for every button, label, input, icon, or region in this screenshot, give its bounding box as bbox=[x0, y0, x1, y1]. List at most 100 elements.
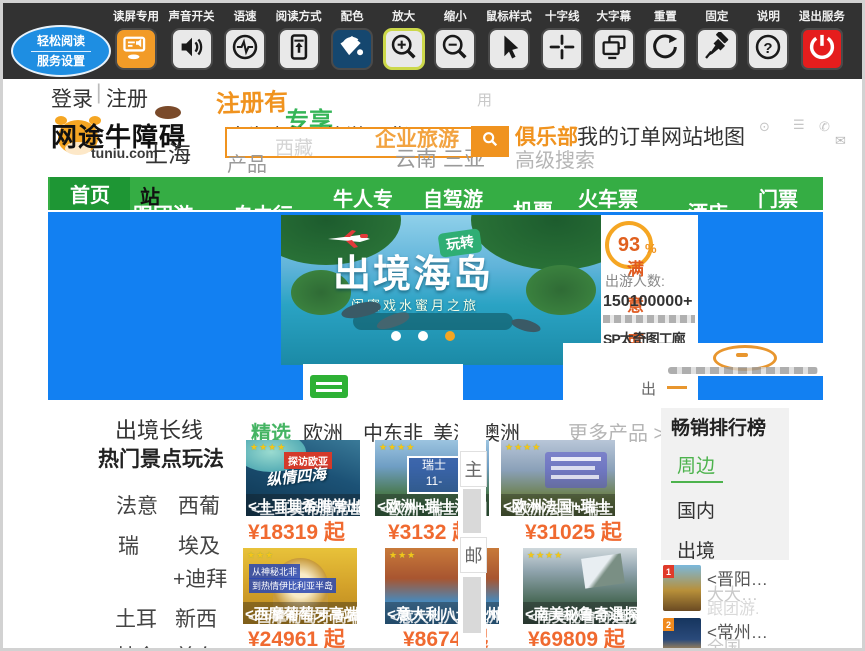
list-item-2-thumbnail[interactable]: 2 bbox=[663, 618, 701, 651]
list-icon[interactable]: ☰ bbox=[793, 117, 805, 133]
link-newzealand[interactable]: 新西 bbox=[175, 603, 217, 633]
register-link[interactable]: 注册 bbox=[106, 83, 148, 113]
carousel-dot-2[interactable] bbox=[418, 331, 428, 341]
toolbar-item-help: 说明 ? bbox=[747, 8, 789, 70]
overlay-scrollbar-1[interactable] bbox=[463, 489, 481, 533]
link-france-italy[interactable]: 法意 bbox=[116, 490, 158, 520]
zoom-in-button[interactable] bbox=[383, 28, 425, 70]
banner-carousel-image[interactable]: 玩转 出境海岛 闺蜜戏水蜜月之旅 bbox=[281, 215, 601, 365]
travelers-value: 150100000+ bbox=[603, 293, 692, 311]
exit-label[interactable]: 退出服务 bbox=[799, 8, 845, 24]
promo-register-text: 注册有 bbox=[215, 82, 288, 119]
link-egypt[interactable]: 埃及 bbox=[178, 530, 220, 560]
reading-mode-button[interactable] bbox=[278, 28, 320, 70]
pin-icon bbox=[702, 32, 732, 67]
subtitle-icon bbox=[599, 32, 629, 67]
service-settings-badge[interactable]: 轻松阅读 服务设置 bbox=[11, 25, 111, 77]
toolbar-item-color-scheme: 配色 bbox=[331, 8, 373, 70]
link-others[interactable]: 其余 bbox=[115, 641, 157, 651]
reset-label[interactable]: 重置 bbox=[654, 8, 677, 24]
toolbar-item-reset: 重置 bbox=[644, 8, 686, 70]
sidebar-tab-nearby[interactable]: 周边 bbox=[677, 451, 715, 478]
crosshair-button[interactable] bbox=[541, 28, 583, 70]
cursor-style-label[interactable]: 鼠标样式 bbox=[486, 8, 532, 24]
nav-train-ticket[interactable]: 火车票 bbox=[578, 183, 638, 212]
nav-home[interactable]: 首页 bbox=[50, 177, 130, 210]
exit-service-button[interactable] bbox=[801, 28, 843, 70]
card1-rating-stars: ★★★★ bbox=[250, 442, 286, 453]
sound-label[interactable]: 声音开关 bbox=[169, 8, 215, 24]
nav-my-orders[interactable]: 我的订单 bbox=[577, 121, 661, 151]
banner-white-gap: 出 bbox=[563, 376, 693, 400]
speech-rate-icon bbox=[230, 32, 260, 67]
list-item-1-ghost2: 跟团游. bbox=[707, 595, 759, 619]
toolbar-items: 读屏专用 声音开关 语速 阅读方式 bbox=[113, 8, 845, 70]
sidebar-tab-underline bbox=[671, 481, 723, 483]
nav-self-drive[interactable]: 自驾游 bbox=[423, 183, 483, 212]
login-divider: | bbox=[96, 81, 101, 105]
banner-logo-band bbox=[563, 343, 823, 376]
big-subtitle-button[interactable] bbox=[593, 28, 635, 70]
overlay-scrollbar-2[interactable] bbox=[463, 577, 481, 633]
color-scheme-label[interactable]: 配色 bbox=[341, 8, 364, 24]
sponsor-blurred-text bbox=[668, 367, 818, 374]
zoom-out-label[interactable]: 缩小 bbox=[444, 8, 467, 24]
city-selector[interactable]: 上海 bbox=[145, 135, 191, 169]
sidebar-tab-outbound[interactable]: 出境 bbox=[677, 536, 715, 563]
carousel-dot-active[interactable] bbox=[445, 331, 455, 341]
card6-title-bar: <南美秘鲁奇遇探 <南美秘鲁奇遇探 bbox=[523, 602, 637, 624]
zoom-out-icon bbox=[440, 32, 470, 67]
search-ghost-tibet: 西藏 bbox=[275, 133, 313, 160]
mail-icon[interactable]: ✉ bbox=[835, 133, 846, 149]
product-card-6[interactable]: ★★★★ <南美秘鲁奇遇探 <南美秘鲁奇遇探 bbox=[523, 548, 637, 624]
color-scheme-button[interactable] bbox=[331, 28, 373, 70]
toolbar-item-pin: 固定 bbox=[696, 8, 738, 70]
product-card-3[interactable]: ★★★★ <欧洲法国+瑞士 <欧洲法国+瑞士 bbox=[501, 440, 615, 516]
help-button[interactable]: ? bbox=[747, 28, 789, 70]
search-button[interactable] bbox=[471, 126, 509, 157]
screen-reader-label[interactable]: 读屏专用 bbox=[113, 8, 159, 24]
link-spain-portugal[interactable]: 西葡 bbox=[178, 490, 220, 520]
product-card-1[interactable]: ★★★★ 探访欧亚 纵情四海 <土耳其希腊常出 <土耳其希腊常出 bbox=[246, 440, 360, 516]
hamburger-menu-icon[interactable] bbox=[310, 375, 348, 398]
banner-title: 出境海岛 bbox=[333, 243, 493, 298]
list-item-1-thumbnail[interactable]: 1 bbox=[663, 565, 701, 611]
phone-icon[interactable]: ✆ bbox=[819, 119, 830, 135]
link-switzerland[interactable]: 瑞 bbox=[118, 530, 139, 560]
search-ghost-product: 产品 bbox=[227, 148, 267, 177]
zoom-in-label[interactable]: 放大 bbox=[392, 8, 415, 24]
nav-entrance-ticket[interactable]: 门票 bbox=[758, 183, 798, 212]
speech-rate-button[interactable] bbox=[224, 28, 266, 70]
noise-char: 用 bbox=[477, 89, 492, 110]
link-turkey[interactable]: 土耳 bbox=[115, 603, 157, 633]
zoom-out-button[interactable] bbox=[434, 28, 476, 70]
pin-button[interactable] bbox=[696, 28, 738, 70]
nav-enterprise-travel[interactable]: 企业旅游 bbox=[375, 123, 459, 153]
nav-sitemap[interactable]: 网站地图 bbox=[661, 121, 745, 151]
help-icon: ? bbox=[753, 32, 783, 67]
big-subtitle-label[interactable]: 大字幕 bbox=[597, 8, 632, 24]
carousel-dot-1[interactable] bbox=[391, 331, 401, 341]
sound-button[interactable] bbox=[171, 28, 213, 70]
percent-suffix: % bbox=[645, 241, 657, 256]
reading-mode-label[interactable]: 阅读方式 bbox=[276, 8, 322, 24]
pin-label[interactable]: 固定 bbox=[705, 8, 728, 24]
link-us-east[interactable]: 美东 bbox=[175, 641, 217, 651]
list-item-2-ghost1: 全国… bbox=[707, 633, 758, 651]
reset-button[interactable] bbox=[644, 28, 686, 70]
cursor-style-button[interactable] bbox=[488, 28, 530, 70]
product-card-4[interactable]: ★★★ 从神秘北非 到热情伊比利亚半岛 <西摩葡萄牙高端 <西摩葡萄牙高端 bbox=[243, 548, 357, 624]
sidebar-tab-domestic[interactable]: 国内 bbox=[677, 496, 715, 523]
camera-icon[interactable]: ⊙ bbox=[759, 119, 770, 135]
crosshair-label[interactable]: 十字线 bbox=[545, 8, 580, 24]
banner-orange-dash bbox=[667, 386, 687, 389]
banner-menu-box bbox=[303, 364, 463, 402]
reset-icon bbox=[650, 32, 680, 67]
nav-expert[interactable]: 牛人专 bbox=[333, 183, 393, 212]
speech-rate-label[interactable]: 语速 bbox=[234, 8, 257, 24]
login-link[interactable]: 登录 bbox=[51, 83, 93, 113]
link-dubai[interactable]: +迪拜 bbox=[173, 563, 227, 593]
help-label[interactable]: 说明 bbox=[757, 8, 780, 24]
screen-reader-button[interactable] bbox=[115, 28, 157, 70]
card3-info-line3 bbox=[551, 475, 599, 479]
